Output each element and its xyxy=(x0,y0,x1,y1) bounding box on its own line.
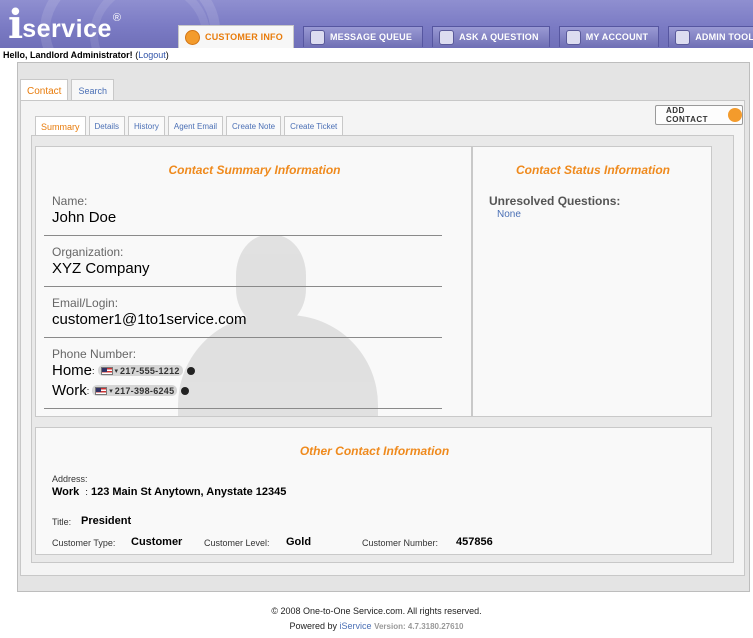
nav-tab-my-account[interactable]: MY ACCOUNT xyxy=(558,26,660,47)
logout-link[interactable]: Logout xyxy=(138,50,166,60)
footer-copyright: © 2008 One-to-One Service.com. All right… xyxy=(271,606,482,616)
globe-icon[interactable] xyxy=(186,366,195,375)
name-label: Name: xyxy=(52,194,88,208)
add-contact-icon xyxy=(728,108,742,122)
email-value: customer1@1to1service.com xyxy=(52,311,247,328)
summary-panel: Contact Summary Information Name: John D… xyxy=(31,135,734,563)
tab-history[interactable]: History xyxy=(127,116,165,136)
logo-initial: i xyxy=(8,1,24,48)
iservice-link[interactable]: iService xyxy=(340,621,372,631)
nav-tab-label: ASK A QUESTION xyxy=(459,32,539,42)
customer-level-value: Gold xyxy=(286,536,312,548)
address-label: Address: xyxy=(52,474,88,484)
chevron-down-icon: ▾ xyxy=(109,387,113,395)
unresolved-questions-value: None xyxy=(497,209,521,220)
phone-colon: : xyxy=(92,365,95,376)
page: i service ® CUSTOMER INFO MESSAGE QUEUE … xyxy=(0,0,753,638)
organization-label: Organization: xyxy=(52,245,124,259)
nav-tab-admin-tools[interactable]: ADMIN TOOLS xyxy=(668,26,753,47)
customer-type-value: Customer xyxy=(131,536,183,548)
add-contact-label: ADD CONTACT xyxy=(666,106,709,124)
iservice-logo: i service ® xyxy=(8,1,122,48)
us-flag-icon xyxy=(95,386,108,395)
divider xyxy=(44,337,442,338)
other-title: Other Contact Information xyxy=(299,444,450,458)
logo-registered-mark: ® xyxy=(112,12,122,24)
greeting-text: Hello, Landlord Administrator! xyxy=(3,50,133,60)
silhouette-head xyxy=(236,235,306,325)
phone-row-work: Work : ▾ 217-398-6245 xyxy=(52,382,190,399)
nav-tab-label: MESSAGE QUEUE xyxy=(329,32,413,42)
tab-summary[interactable]: Summary xyxy=(35,116,86,136)
nav-tab-message-queue[interactable]: MESSAGE QUEUE xyxy=(302,26,424,47)
nav-tab-ask-a-question[interactable]: ASK A QUESTION xyxy=(432,26,550,47)
summary-title: Contact Summary Information xyxy=(168,163,341,177)
phone-colon: : xyxy=(86,385,90,396)
divider xyxy=(44,286,442,287)
phone-row-home: Home : ▾ 217-555-1212 xyxy=(52,362,195,379)
account-icon xyxy=(565,29,581,45)
phone-number-pill[interactable]: ▾ 217-398-6245 xyxy=(92,385,178,396)
contact-container: Contact Search Summary Details History A… xyxy=(17,62,750,592)
question-icon xyxy=(439,29,455,45)
contact-panel: Summary Details History Agent Email Crea… xyxy=(20,100,745,576)
address-separator: : xyxy=(85,487,88,497)
greeting-bar: Hello, Landlord Administrator! (Logout) xyxy=(3,50,169,60)
inner-tab-bar: Summary Details History Agent Email Crea… xyxy=(35,116,346,136)
other-contact-section: Other Contact Information Address: Work … xyxy=(35,427,712,555)
title-label: Title: xyxy=(52,517,72,527)
name-value: John Doe xyxy=(52,209,117,226)
logo-word: service xyxy=(22,15,112,43)
app-header: i service ® CUSTOMER INFO MESSAGE QUEUE … xyxy=(0,0,753,48)
phone-number-pill[interactable]: ▾ 217-555-1212 xyxy=(97,365,183,376)
divider xyxy=(44,235,442,236)
contact-status-section: Contact Status Information Unresolved Qu… xyxy=(472,146,712,417)
phone-kind: Home xyxy=(52,362,93,379)
nav-tab-customer-info[interactable]: CUSTOMER INFO xyxy=(178,25,294,48)
nav-tab-label: ADMIN TOOLS xyxy=(695,32,753,42)
silhouette-body xyxy=(178,315,378,416)
status-title: Contact Status Information xyxy=(515,163,670,177)
greeting-paren-close: ) xyxy=(165,50,169,60)
contact-summary-section: Contact Summary Information Name: John D… xyxy=(35,146,472,417)
phone-kind: Work xyxy=(52,382,87,399)
address-kind: Work xyxy=(52,486,80,498)
phone-number: 217-555-1212 xyxy=(120,365,180,376)
tab-search[interactable]: Search xyxy=(71,79,114,101)
phone-number: 217-398-6245 xyxy=(114,385,175,396)
address-row: Work : 123 Main St Anytown, Anystate 123… xyxy=(52,486,286,498)
organization-value: XYZ Company xyxy=(52,260,150,277)
tab-agent-email[interactable]: Agent Email xyxy=(167,116,223,136)
tab-create-ticket[interactable]: Create Ticket xyxy=(284,116,344,136)
main-nav: CUSTOMER INFO MESSAGE QUEUE ASK A QUESTI… xyxy=(178,25,753,48)
version-text: Version: 4.7.3180.27610 xyxy=(374,622,464,631)
divider xyxy=(44,408,442,409)
nav-tab-label: MY ACCOUNT xyxy=(585,32,649,42)
powered-by-text: Powered by xyxy=(289,621,338,631)
chevron-down-icon: ▾ xyxy=(114,367,119,375)
tab-details[interactable]: Details xyxy=(88,116,125,136)
nav-tab-label: CUSTOMER INFO xyxy=(205,32,283,42)
unresolved-questions-label: Unresolved Questions: xyxy=(489,194,621,208)
us-flag-icon xyxy=(100,366,113,375)
customer-number-label: Customer Number: xyxy=(362,538,439,548)
wrench-icon xyxy=(675,29,691,45)
customer-icon xyxy=(185,29,200,45)
customer-level-label: Customer Level: xyxy=(204,538,270,548)
customer-type-label: Customer Type: xyxy=(52,538,116,548)
email-label: Email/Login: xyxy=(52,296,119,310)
phone-label: Phone Number: xyxy=(52,347,137,361)
tab-contact[interactable]: Contact xyxy=(20,79,69,102)
customer-number-value: 457856 xyxy=(456,536,493,548)
outer-tab-bar: Contact Search xyxy=(20,79,117,102)
footer-powered-by: Powered by iService Version: 4.7.3180.27… xyxy=(0,621,753,631)
address-value: 123 Main St Anytown, Anystate 12345 xyxy=(90,486,287,498)
globe-icon[interactable] xyxy=(181,386,190,395)
tab-create-note[interactable]: Create Note xyxy=(226,116,282,136)
title-value: President xyxy=(81,515,132,527)
queue-icon xyxy=(309,29,325,45)
add-contact-button[interactable]: ADD CONTACT xyxy=(655,105,743,125)
